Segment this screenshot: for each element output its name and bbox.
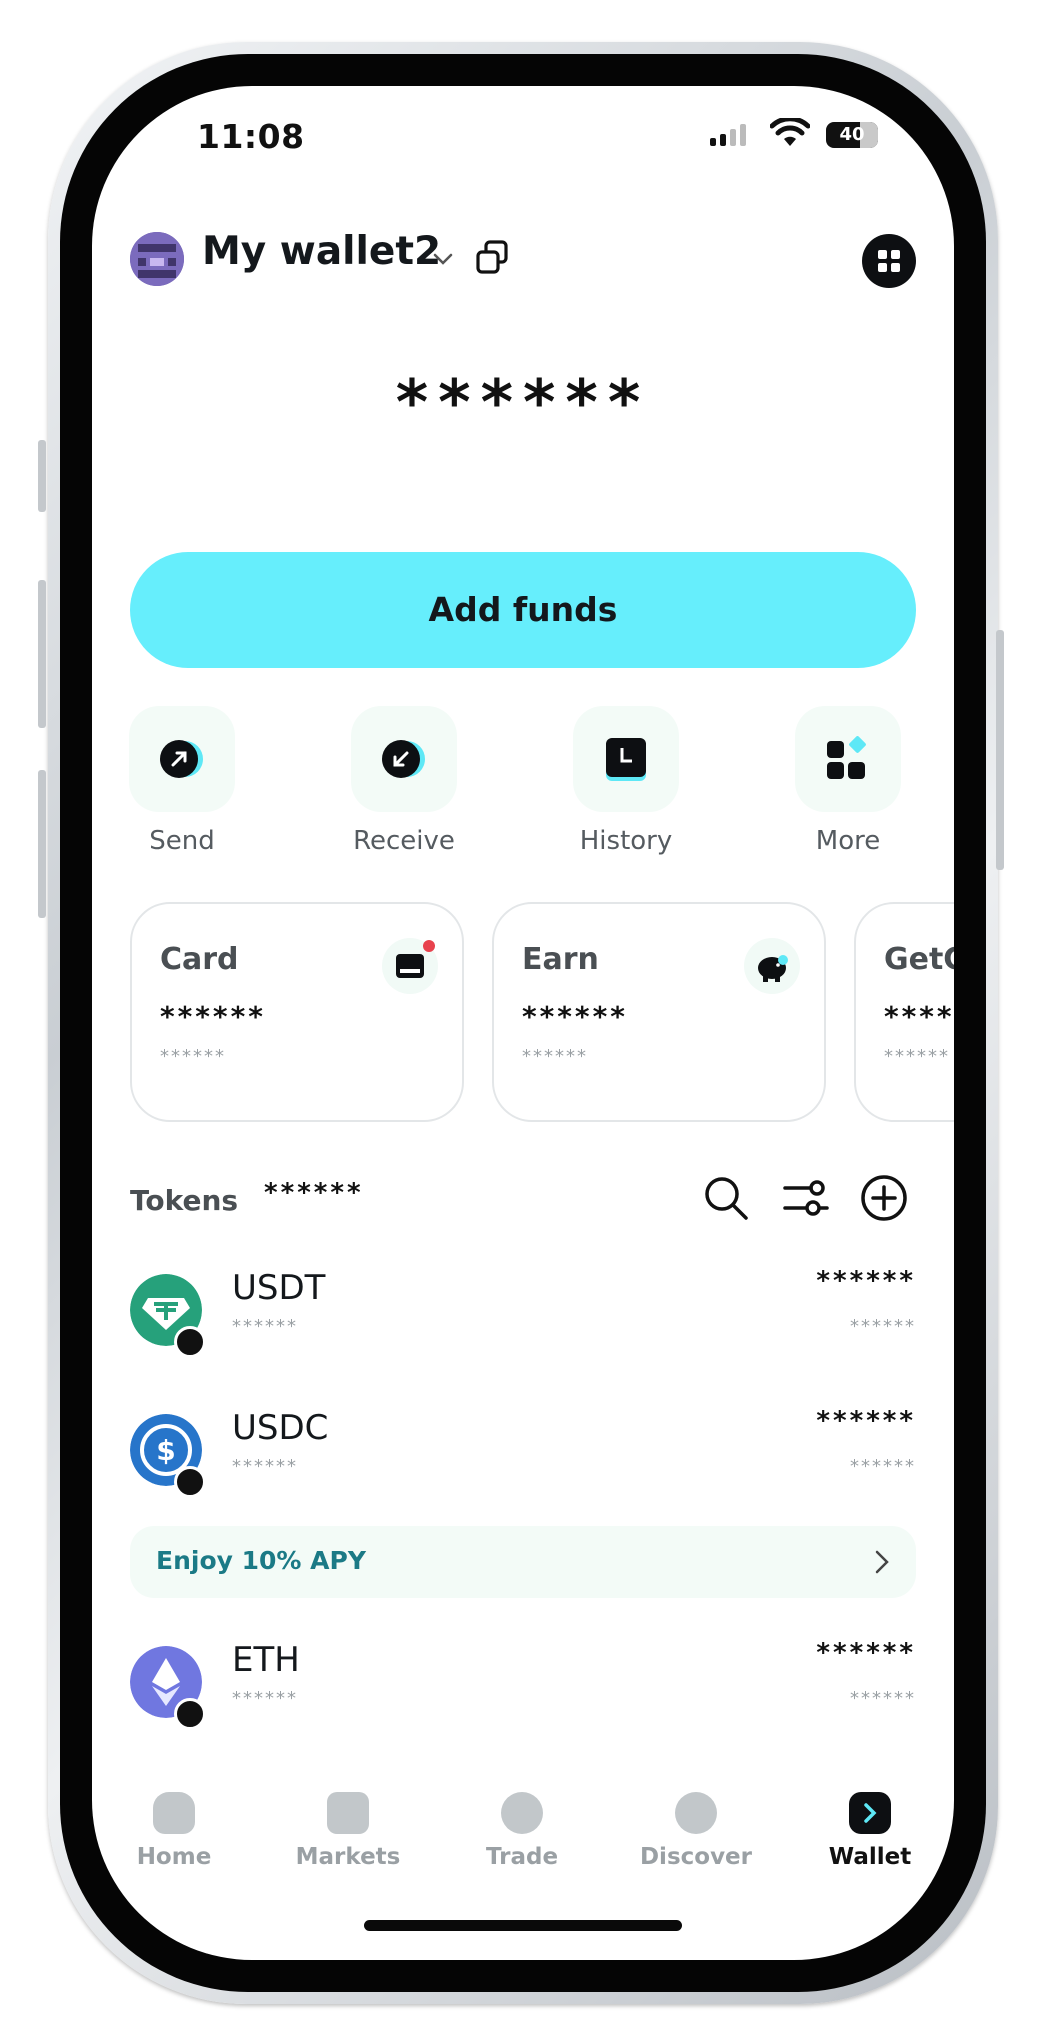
home-icon — [153, 1792, 195, 1834]
earn-subvalue: ****** — [522, 1046, 588, 1067]
wallet-icon — [849, 1792, 891, 1834]
add-token-icon[interactable] — [860, 1174, 908, 1222]
chevron-right-icon — [875, 1550, 889, 1574]
nav-home[interactable]: Home — [114, 1792, 234, 1870]
history-clock-icon — [606, 738, 646, 781]
filter-icon[interactable] — [782, 1174, 830, 1222]
receive-tile[interactable] — [351, 706, 457, 812]
nav-wallet-label: Wallet — [828, 1844, 912, 1870]
card-title: Card — [160, 942, 239, 977]
markets-icon — [327, 1792, 369, 1834]
volume-down-button — [38, 770, 46, 918]
balance-hidden[interactable]: ****** — [92, 366, 954, 439]
more-action[interactable]: More — [768, 706, 928, 856]
getgo-title: GetGo — [884, 942, 954, 977]
chain-badge-icon — [174, 1326, 206, 1358]
card-subvalue: ****** — [160, 1046, 226, 1067]
nav-trade[interactable]: Trade — [462, 1792, 582, 1870]
receive-arrow-icon — [382, 740, 425, 778]
svg-text:$: $ — [156, 1434, 175, 1467]
chain-badge-icon — [174, 1698, 206, 1730]
apps-grid-button[interactable] — [862, 234, 916, 288]
send-arrow-icon — [160, 740, 203, 778]
token-value: ****** — [816, 1406, 916, 1436]
token-sub: ****** — [232, 1456, 298, 1477]
receive-label: Receive — [353, 826, 455, 856]
copy-icon[interactable] — [474, 238, 510, 276]
send-tile[interactable] — [129, 706, 235, 812]
earn-value: ****** — [522, 1000, 628, 1033]
token-row-usdt[interactable]: USDT ****** ****** ****** — [130, 1266, 916, 1358]
token-symbol: ETH — [232, 1640, 300, 1680]
token-value: ****** — [816, 1638, 916, 1668]
nav-wallet[interactable]: Wallet — [810, 1792, 930, 1870]
receive-action[interactable]: Receive — [324, 706, 484, 856]
add-funds-button[interactable]: Add funds — [130, 552, 916, 668]
getgo-tile[interactable]: GetGo ****** ****** — [854, 902, 954, 1122]
token-value-sub: ****** — [850, 1456, 916, 1477]
earn-tile[interactable]: Earn ****** ****** — [492, 902, 826, 1122]
card-icon — [382, 938, 438, 994]
getgo-subvalue: ****** — [884, 1046, 950, 1067]
token-symbol: USDC — [232, 1408, 329, 1448]
wifi-icon — [770, 118, 810, 146]
send-label: Send — [149, 826, 215, 856]
avatar[interactable] — [130, 232, 184, 286]
token-row-usdc[interactable]: $ USDC ****** ****** ****** — [130, 1406, 916, 1498]
token-value-sub: ****** — [850, 1688, 916, 1709]
more-apps-icon — [827, 736, 866, 779]
home-indicator[interactable] — [364, 1920, 682, 1931]
token-value-sub: ****** — [850, 1316, 916, 1337]
token-row-eth[interactable]: ETH ****** ****** ****** — [130, 1638, 916, 1730]
screen: 11:08 40 My wallet2 ****** Add funds Sen… — [92, 86, 954, 1960]
token-symbol: USDT — [232, 1268, 326, 1308]
chain-badge-icon — [174, 1466, 206, 1498]
discover-icon — [675, 1792, 717, 1834]
earn-title: Earn — [522, 942, 599, 977]
action-button — [38, 440, 46, 512]
history-tile[interactable] — [573, 706, 679, 812]
avatar-pixel-icon — [130, 232, 184, 286]
power-button — [996, 630, 1004, 870]
nav-markets[interactable]: Markets — [288, 1792, 408, 1870]
more-tile[interactable] — [795, 706, 901, 812]
nav-home-label: Home — [136, 1844, 212, 1870]
search-icon[interactable] — [702, 1174, 750, 1222]
card-value: ****** — [160, 1000, 266, 1033]
nav-markets-label: Markets — [295, 1844, 401, 1870]
battery-icon: 40 — [826, 122, 878, 148]
status-time: 11:08 — [197, 117, 305, 156]
apy-banner[interactable]: Enjoy 10% APY — [130, 1526, 916, 1598]
card-tile[interactable]: Card ****** ****** — [130, 902, 464, 1122]
token-sub: ****** — [232, 1316, 298, 1337]
send-action[interactable]: Send — [102, 706, 262, 856]
token-value: ****** — [816, 1266, 916, 1296]
piggy-bank-icon — [744, 938, 800, 994]
volume-up-button — [38, 580, 46, 728]
wallet-name[interactable]: My wallet2 — [202, 229, 441, 274]
cellular-signal-icon — [710, 124, 750, 146]
token-sub: ****** — [232, 1688, 298, 1709]
nav-trade-label: Trade — [485, 1844, 559, 1870]
nav-discover[interactable]: Discover — [636, 1792, 756, 1870]
tokens-label: Tokens — [130, 1184, 239, 1217]
history-label: History — [579, 826, 673, 856]
battery-level: 40 — [839, 124, 865, 145]
nav-discover-label: Discover — [639, 1844, 753, 1870]
tokens-total: ****** — [264, 1178, 364, 1208]
history-action[interactable]: History — [546, 706, 706, 856]
trade-icon — [501, 1792, 543, 1834]
apy-banner-text: Enjoy 10% APY — [156, 1546, 366, 1575]
chevron-down-icon[interactable] — [432, 248, 454, 270]
more-label: More — [815, 826, 881, 856]
getgo-value: ****** — [884, 1000, 954, 1033]
